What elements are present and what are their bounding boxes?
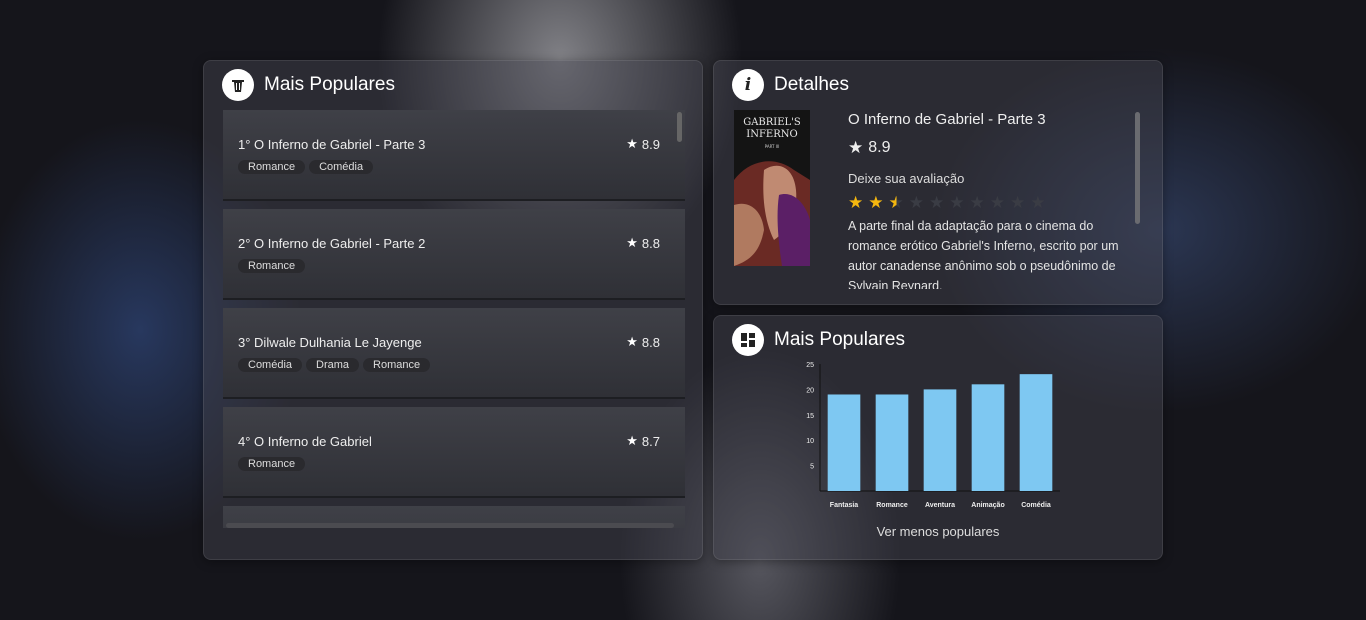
star-icon: ★: [626, 433, 638, 448]
genre-tag: Romance: [363, 358, 431, 372]
genre-tags: Romance Comédia: [238, 160, 374, 174]
movie-cover-image: GABRIEL'S INFERNO PART III: [734, 110, 810, 266]
movie-item-rating-value: 8.8: [641, 334, 660, 350]
movie-title: O Inferno de Gabriel - Parte 3: [848, 111, 1046, 128]
genre-tags: Romance: [238, 259, 306, 273]
star-icon: ★: [848, 138, 864, 157]
rating-star-icon[interactable]: ★: [929, 194, 944, 212]
x-tick-label: Romance: [876, 502, 908, 509]
list-vertical-scrollbar[interactable]: [677, 112, 682, 142]
movie-rating: ★ 8.9: [848, 138, 1138, 158]
y-tick-label: 15: [806, 413, 814, 420]
movie-list-item[interactable]: 1° O Inferno de Gabriel - Parte 3 ★ 8.9 Rom…: [223, 110, 685, 201]
cover-line1: GABRIEL'S: [743, 117, 801, 128]
y-tick-label: 20: [806, 387, 814, 394]
details-panel-title: Detalhes: [774, 74, 849, 95]
genre-tag: Comédia: [238, 358, 303, 372]
popular-genres-chart-panel: Mais Populares 5 10 15 20 25 Fantasia Romance A…: [713, 315, 1163, 560]
user-rating-stars[interactable]: ★ ★ ★ ★ ★ ★ ★ ★ ★ ★: [848, 194, 1138, 212]
most-popular-list-panel: Mais Populares 1° O Inferno de Gabriel -…: [203, 60, 703, 560]
chart-bar[interactable]: [827, 394, 861, 491]
movie-description: A parte final da adaptação para o cinema…: [848, 219, 1119, 289]
genre-tags: Comédia Drama Romance: [238, 358, 431, 372]
details-panel: i Detalhes GABRIEL'S INFERNO PART III O …: [713, 60, 1163, 305]
y-tick-label: 10: [806, 438, 814, 445]
movie-item-rating: ★ 8.9: [626, 136, 660, 152]
cover-line2: INFERNO: [746, 129, 797, 140]
see-less-popular-link[interactable]: Ver menos populares: [714, 524, 1162, 539]
details-info: O Inferno de Gabriel - Parte 3 ★ 8.9 Dei…: [848, 111, 1138, 289]
info-icon: i: [732, 69, 764, 101]
movie-list-item[interactable]: 2° O Inferno de Gabriel - Parte 2 ★ 8.8 Rom…: [223, 209, 685, 300]
movie-list-item[interactable]: 4° O Inferno de Gabriel ★ 8.7 Romance: [223, 407, 685, 498]
movie-item-rating: ★ 8.7: [626, 433, 660, 449]
genre-bar-chart: 5 10 15 20 25 Fantasia Romance Aventura Animação…: [806, 362, 1060, 509]
movie-item-rating: ★ 8.8: [626, 334, 660, 350]
movie-list[interactable]: 1° O Inferno de Gabriel - Parte 3 ★ 8.9 Rom…: [223, 110, 685, 528]
movie-item-rating-value: 8.9: [641, 136, 660, 152]
rating-star-icon[interactable]: ★: [889, 194, 904, 212]
rating-star-icon[interactable]: ★: [1010, 194, 1025, 212]
cover-line3: PART III: [765, 144, 780, 149]
movie-item-rating-value: 8.7: [641, 433, 660, 449]
star-icon: ★: [626, 235, 638, 250]
genre-tag: Comédia: [309, 160, 374, 174]
rating-star-icon[interactable]: ★: [1030, 194, 1045, 212]
list-panel-header: Mais Populares: [222, 69, 395, 101]
movie-item-title: 1° O Inferno de Gabriel - Parte 3: [238, 137, 426, 152]
genre-tag: Romance: [238, 160, 306, 174]
movie-rating-value: 8.9: [868, 139, 891, 156]
star-icon: ★: [626, 334, 638, 349]
genre-tag: Romance: [238, 457, 306, 471]
x-tick-label: Animação: [971, 502, 1004, 509]
movie-item-rating: ★ 8.8: [626, 235, 660, 251]
movie-item-title: 4° O Inferno de Gabriel: [238, 434, 372, 449]
rating-star-icon[interactable]: ★: [949, 194, 964, 212]
movie-item-rating-value: 8.8: [641, 235, 660, 251]
list-panel-title: Mais Populares: [264, 74, 395, 95]
movie-list-item[interactable]: 3° Dilwale Dulhania Le Jayenge ★ 8.8 Comédi…: [223, 308, 685, 399]
details-scrollbar[interactable]: [1135, 112, 1140, 224]
chart-bar[interactable]: [971, 384, 1005, 491]
details-panel-header: i Detalhes: [732, 69, 849, 101]
chart-bar[interactable]: [875, 394, 909, 491]
movie-item-title: 3° Dilwale Dulhania Le Jayenge: [238, 335, 422, 350]
rating-star-icon[interactable]: ★: [970, 194, 985, 212]
chart-bar[interactable]: [1019, 374, 1053, 491]
star-icon: ★: [626, 136, 638, 151]
movie-item-title: 2° O Inferno de Gabriel - Parte 2: [238, 236, 426, 251]
trash-icon: [222, 69, 254, 101]
genre-tag: Drama: [306, 358, 360, 372]
rate-prompt: Deixe sua avaliação: [848, 171, 965, 186]
list-horizontal-scrollbar[interactable]: [226, 523, 674, 528]
rating-star-icon[interactable]: ★: [909, 194, 924, 212]
y-tick-label: 5: [810, 464, 814, 471]
rating-star-icon[interactable]: ★: [848, 194, 863, 212]
rating-star-icon[interactable]: ★: [868, 194, 883, 212]
x-tick-label: Aventura: [925, 502, 955, 509]
genre-tag: Romance: [238, 259, 306, 273]
y-tick-label: 25: [806, 362, 814, 369]
x-tick-label: Comédia: [1021, 502, 1051, 509]
chart-bar[interactable]: [923, 389, 957, 491]
rating-star-icon[interactable]: ★: [990, 194, 1005, 212]
genre-tags: Romance: [238, 457, 306, 471]
x-tick-label: Fantasia: [830, 502, 859, 509]
